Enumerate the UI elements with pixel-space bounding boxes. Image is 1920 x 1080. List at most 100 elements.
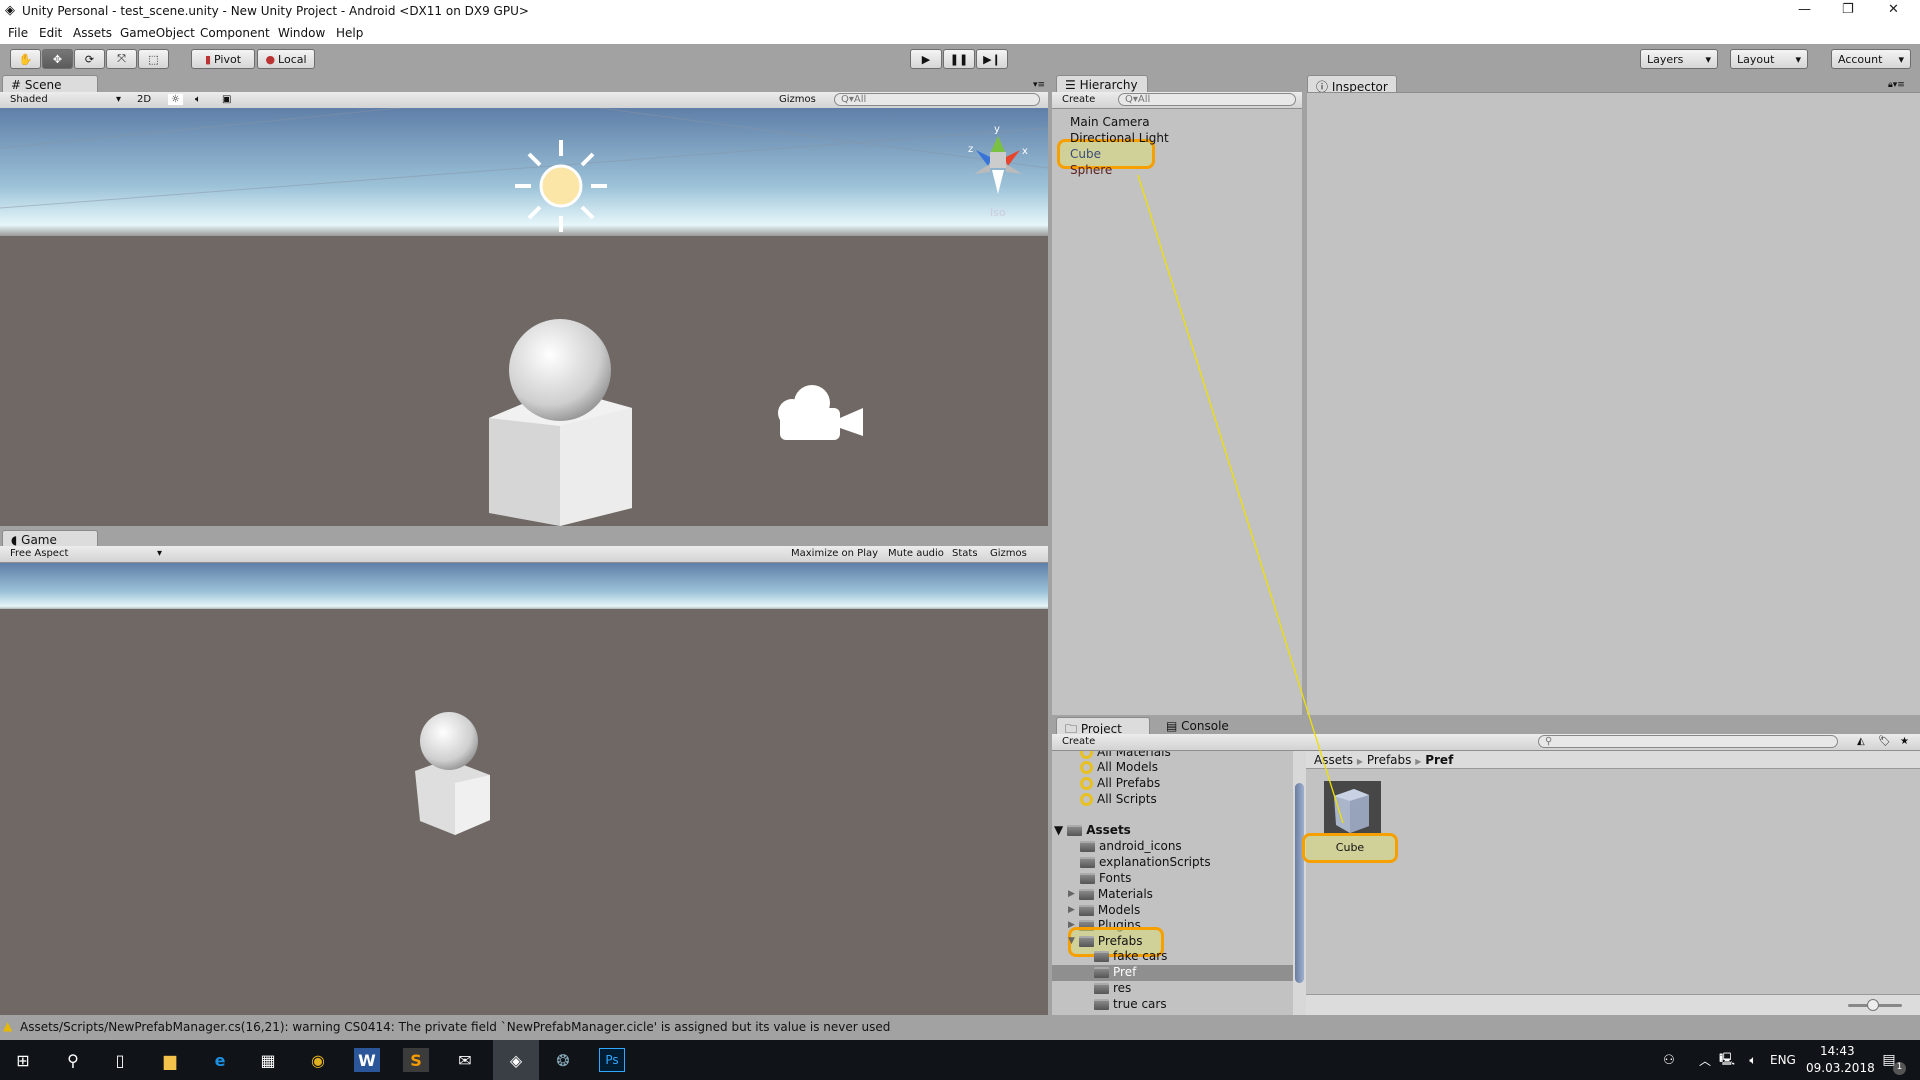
step-button[interactable]: ▶❙ (976, 49, 1008, 69)
rect-tool-button[interactable]: ⬚ (138, 49, 169, 69)
hierarchy-item[interactable]: Directional Light (1070, 131, 1169, 145)
slider-thumb[interactable] (1867, 999, 1879, 1011)
tab-scene[interactable]: # Scene (2, 75, 98, 93)
game-gizmos-dropdown[interactable]: Gizmos (990, 548, 1027, 559)
scale-tool-button[interactable]: ⤧ (106, 49, 137, 69)
maximize-on-play-toggle[interactable]: Maximize on Play (791, 548, 878, 559)
file-explorer-icon[interactable]: ▆ (157, 1048, 183, 1072)
windows-start-icon[interactable]: ⊞ (10, 1048, 36, 1072)
project-create-button[interactable]: Create (1062, 736, 1095, 747)
pause-button[interactable]: ❚❚ (943, 49, 975, 69)
audio-toggle-icon[interactable]: 🔈︎ (195, 94, 201, 105)
hierarchy-item[interactable]: Cube (1070, 147, 1101, 161)
asset-label[interactable]: Cube (1306, 841, 1394, 854)
status-message[interactable]: Assets/Scripts/NewPrefabManager.cs(16,21… (20, 1020, 890, 1034)
menu-window[interactable]: Window (278, 26, 325, 40)
mail-icon[interactable]: ✉ (452, 1048, 478, 1072)
scrollbar-thumb[interactable] (1295, 783, 1304, 983)
local-button[interactable]: ● Local (257, 49, 315, 69)
favorite-item[interactable]: All Materials (1080, 751, 1171, 759)
menu-gameobject[interactable]: GameObject (120, 26, 195, 40)
assets-root[interactable]: ▼ Assets (1054, 823, 1131, 837)
asset-thumbnail[interactable] (1324, 781, 1381, 835)
folder-item[interactable]: fake cars (1094, 949, 1167, 963)
photoshop-icon[interactable]: Ps (599, 1048, 625, 1072)
project-tree-scrollbar[interactable] (1293, 751, 1306, 1015)
breadcrumb-item[interactable]: Pref (1425, 753, 1453, 767)
close-button[interactable]: ✕ (1888, 2, 1899, 17)
filter-by-label-icon[interactable]: 🏷︎ (1878, 736, 1891, 747)
panel-menu-icon[interactable]: ▾≡ (1033, 80, 1045, 90)
scene-view[interactable]: y x z Iso (0, 108, 1048, 526)
2d-toggle[interactable]: 2D (137, 94, 151, 105)
search-icon[interactable]: ⚲ (60, 1048, 86, 1072)
folder-item[interactable]: ▶ Materials (1068, 887, 1153, 901)
network-icon[interactable]: 🖳 (1714, 1048, 1740, 1072)
folder-item[interactable]: true cars (1094, 997, 1167, 1011)
menu-help[interactable]: Help (336, 26, 363, 40)
store-icon[interactable]: ▦ (255, 1048, 281, 1072)
hierarchy-create-button[interactable]: Create (1062, 94, 1095, 105)
rotate-tool-button[interactable]: ⟳ (74, 49, 105, 69)
unity-taskbar-icon[interactable]: ◈ (493, 1040, 539, 1080)
lock-icon[interactable]: 🔒︎▾≡ (1888, 80, 1905, 90)
tab-hierarchy[interactable]: ☰ Hierarchy (1056, 75, 1148, 93)
favorite-item[interactable]: All Models (1080, 760, 1158, 774)
clock-time[interactable]: 14:43 (1820, 1044, 1855, 1058)
menu-edit[interactable]: Edit (39, 26, 62, 40)
folder-item[interactable]: Fonts (1080, 871, 1131, 885)
folder-item[interactable]: explanationScripts (1080, 855, 1211, 869)
hand-tool-button[interactable]: ✋ (10, 49, 41, 69)
play-button[interactable]: ▶ (910, 49, 942, 69)
folder-item[interactable]: res (1094, 981, 1131, 995)
folder-item[interactable]: android_icons (1080, 839, 1182, 853)
move-tool-button[interactable]: ✥ (42, 49, 73, 69)
favorite-item[interactable]: All Scripts (1080, 792, 1157, 806)
menu-component[interactable]: Component (200, 26, 270, 40)
restore-button[interactable]: ❐ (1842, 2, 1854, 17)
folder-item-selected[interactable]: Pref (1094, 965, 1136, 979)
clock-date[interactable]: 09.03.2018 (1806, 1061, 1875, 1075)
effects-toggle-icon[interactable]: ▣ (222, 94, 231, 105)
task-view-icon[interactable]: ▯ (107, 1048, 133, 1072)
menu-file[interactable]: File (8, 26, 28, 40)
layout-dropdown[interactable]: Layout ▾ (1730, 49, 1808, 69)
layers-dropdown[interactable]: Layers ▾ (1640, 49, 1718, 69)
unity-hub-icon[interactable]: ❂ (550, 1048, 576, 1072)
minimize-button[interactable]: — (1798, 2, 1811, 17)
shading-dropdown[interactable]: Shaded (10, 94, 48, 105)
mute-audio-toggle[interactable]: Mute audio (888, 548, 944, 559)
sublime-text-icon[interactable]: S (403, 1048, 429, 1072)
tab-project[interactable]: 🗀 Project (1056, 717, 1150, 736)
favorite-item[interactable]: All Prefabs (1080, 776, 1160, 790)
word-icon[interactable]: W (354, 1048, 380, 1072)
hierarchy-item[interactable]: Sphere (1070, 163, 1112, 177)
hierarchy-search-input[interactable]: Q▾All (1118, 93, 1296, 106)
volume-icon[interactable]: 🔈︎ (1740, 1048, 1766, 1072)
account-dropdown[interactable]: Account ▾ (1831, 49, 1911, 69)
lighting-toggle-icon[interactable]: ☼ (168, 94, 183, 105)
pivot-icon: ▮ (204, 52, 212, 66)
folder-item[interactable]: ▼ Prefabs (1068, 934, 1142, 948)
pivot-button[interactable]: ▮ Pivot (191, 49, 255, 69)
people-icon[interactable]: ⚇ (1656, 1048, 1682, 1072)
language-indicator[interactable]: ENG (1770, 1053, 1796, 1067)
scene-gizmos-dropdown[interactable]: Gizmos (779, 94, 816, 105)
folder-item[interactable]: ▶ Models (1068, 903, 1140, 917)
favorite-star-icon[interactable]: ★ (1900, 736, 1909, 747)
chrome-icon[interactable]: ◉ (305, 1048, 331, 1072)
game-view[interactable] (0, 563, 1048, 1015)
tab-console[interactable]: ▤ Console (1158, 717, 1252, 735)
status-bar[interactable]: ▲ Assets/Scripts/NewPrefabManager.cs(16,… (0, 1015, 1920, 1040)
breadcrumb-item[interactable]: Prefabs (1367, 753, 1412, 767)
edge-browser-icon[interactable]: e (207, 1048, 233, 1072)
filter-by-type-icon[interactable]: ◭ (1857, 736, 1865, 747)
menu-assets[interactable]: Assets (73, 26, 112, 40)
tab-inspector[interactable]: ⓘ Inspector (1307, 75, 1397, 94)
hierarchy-item[interactable]: Main Camera (1070, 115, 1150, 129)
stats-toggle[interactable]: Stats (952, 548, 978, 559)
breadcrumb-item[interactable]: Assets (1314, 753, 1353, 767)
scene-search-input[interactable]: Q▾All (834, 93, 1040, 106)
aspect-dropdown[interactable]: Free Aspect (10, 548, 68, 559)
project-search-input[interactable]: ⚲ (1538, 735, 1838, 748)
